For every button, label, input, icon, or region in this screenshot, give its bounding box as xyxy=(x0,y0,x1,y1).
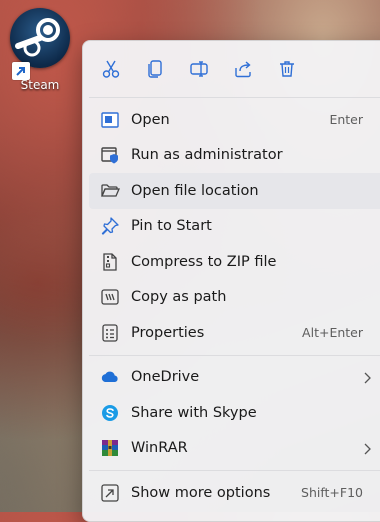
menu-item-share-with-skype[interactable]: Share with Skype xyxy=(89,395,380,431)
menu-item-label: Run as administrator xyxy=(131,147,283,164)
menu-item-properties[interactable]: Properties Alt+Enter xyxy=(89,315,380,351)
winrar-icon xyxy=(99,437,121,459)
desktop-shortcut-steam[interactable]: Steam xyxy=(6,8,74,92)
chevron-right-icon xyxy=(363,370,373,389)
menu-item-label: Share with Skype xyxy=(131,404,257,421)
menu-item-label: Open file location xyxy=(131,182,259,199)
menu-item-label: Copy as path xyxy=(131,289,227,306)
folder-open-icon xyxy=(99,180,121,202)
chevron-right-icon xyxy=(363,441,373,460)
rename-button[interactable] xyxy=(177,49,221,89)
show-more-options-icon xyxy=(99,482,121,504)
run-as-admin-icon xyxy=(99,144,121,166)
steam-logo-icon xyxy=(10,8,70,80)
shortcut-arrow-icon xyxy=(12,62,30,80)
shortcut-hint: Shift+F10 xyxy=(301,485,363,501)
menu-item-label: OneDrive xyxy=(131,369,200,386)
menu-item-label: WinRAR xyxy=(131,440,188,457)
shortcut-hint: Alt+Enter xyxy=(302,325,363,341)
menu-item-onedrive[interactable]: OneDrive xyxy=(89,360,380,396)
delete-button[interactable] xyxy=(265,49,309,89)
share-icon xyxy=(235,61,251,78)
context-menu: Open Enter Run as administrator Open fil… xyxy=(82,40,380,522)
menu-item-label: Pin to Start xyxy=(131,218,212,235)
pin-icon xyxy=(99,215,121,237)
menu-item-copy-as-path[interactable]: Copy as path xyxy=(89,280,380,316)
cut-button[interactable] xyxy=(89,49,133,89)
menu-item-label: Show more options xyxy=(131,484,271,501)
share-button[interactable] xyxy=(221,49,265,89)
menu-item-open[interactable]: Open Enter xyxy=(89,102,380,138)
copy-button[interactable] xyxy=(133,49,177,89)
menu-item-compress-zip[interactable]: Compress to ZIP file xyxy=(89,244,380,280)
menu-item-pin-to-start[interactable]: Pin to Start xyxy=(89,209,380,245)
menu-item-run-as-admin[interactable]: Run as administrator xyxy=(89,138,380,174)
rename-icon xyxy=(190,61,208,77)
context-toolbar xyxy=(83,41,380,97)
menu-item-winrar[interactable]: WinRAR xyxy=(89,431,380,467)
menu-item-label: Compress to ZIP file xyxy=(131,253,277,270)
onedrive-icon xyxy=(99,366,121,388)
zip-file-icon xyxy=(99,251,121,273)
copy-path-icon xyxy=(99,286,121,308)
menu-item-label: Properties xyxy=(131,324,205,341)
shortcut-hint: Enter xyxy=(329,112,363,128)
skype-icon xyxy=(99,402,121,424)
delete-icon xyxy=(280,61,294,77)
menu-item-show-more-options[interactable]: Show more options Shift+F10 xyxy=(89,475,380,511)
open-icon xyxy=(99,109,121,131)
copy-icon xyxy=(148,60,162,78)
menu-item-open-file-location[interactable]: Open file location xyxy=(89,173,380,209)
desktop-icon-label: Steam xyxy=(20,78,60,92)
cut-icon xyxy=(102,60,120,78)
properties-icon xyxy=(99,322,121,344)
menu-item-label: Open xyxy=(131,111,170,128)
